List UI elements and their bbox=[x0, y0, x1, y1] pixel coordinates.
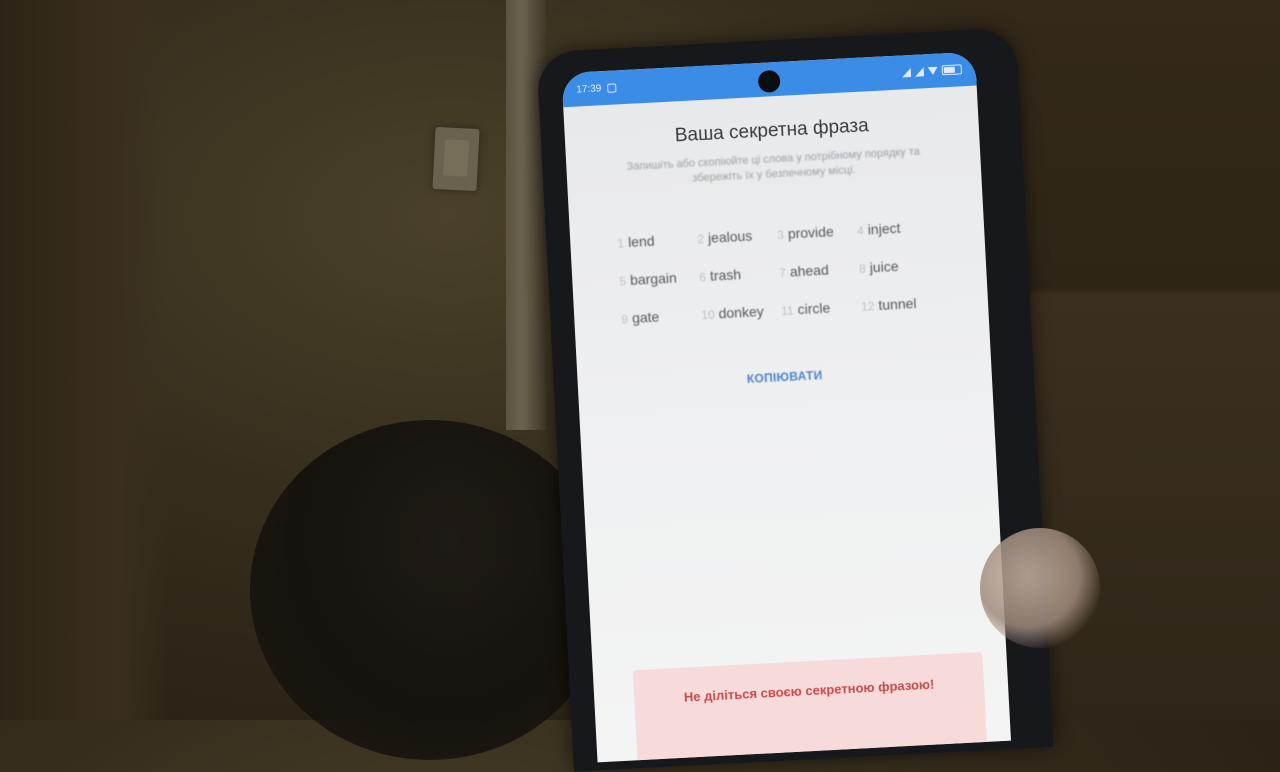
seed-word: 4 inject bbox=[856, 219, 901, 239]
battery-icon bbox=[941, 64, 963, 76]
signal-icon bbox=[901, 67, 912, 77]
warning-banner: Не діліться своєю секретною фразою! bbox=[632, 652, 988, 763]
signal-icon bbox=[914, 66, 925, 77]
seed-phrase-grid: 1 lend 2 jealous 3 provide 4 inject 5 bargain… bbox=[617, 218, 941, 327]
person-head bbox=[250, 420, 610, 760]
warning-text: Не діліться своєю секретною фразою! bbox=[683, 676, 935, 705]
light-switch bbox=[432, 126, 480, 192]
phone-screen: 17:39 Ваша секретна фраза Запишіть або с… bbox=[561, 51, 1011, 763]
seed-word: 7 ahead bbox=[778, 261, 830, 281]
seed-word: 8 juice bbox=[858, 257, 899, 276]
page-subtitle: Запишіть або скопіюйте ці слова у потріб… bbox=[626, 145, 921, 185]
seed-word: 1 lend bbox=[617, 232, 655, 251]
door-frame bbox=[506, 0, 546, 430]
seed-word: 3 provide bbox=[776, 223, 835, 243]
status-time: 17:39 bbox=[576, 82, 602, 96]
seed-word: 11 circle bbox=[780, 299, 831, 319]
copy-button[interactable]: КОПІЮВАТИ bbox=[724, 367, 845, 387]
seed-word: 10 donkey bbox=[700, 303, 765, 323]
seed-word: 2 jealous bbox=[696, 227, 753, 247]
phone: 17:39 Ваша секретна фраза Запишіть або с… bbox=[536, 27, 1054, 772]
notification-icon bbox=[607, 82, 617, 93]
front-camera-icon bbox=[757, 69, 781, 93]
finger bbox=[980, 528, 1100, 648]
seed-word: 12 tunnel bbox=[860, 295, 917, 314]
seed-word: 6 trash bbox=[698, 266, 742, 285]
wifi-icon bbox=[928, 67, 938, 76]
seed-word: 9 gate bbox=[621, 308, 660, 327]
status-bar: 17:39 bbox=[561, 51, 977, 108]
seed-word: 5 bargain bbox=[619, 269, 678, 289]
room-wall-left bbox=[0, 0, 170, 720]
